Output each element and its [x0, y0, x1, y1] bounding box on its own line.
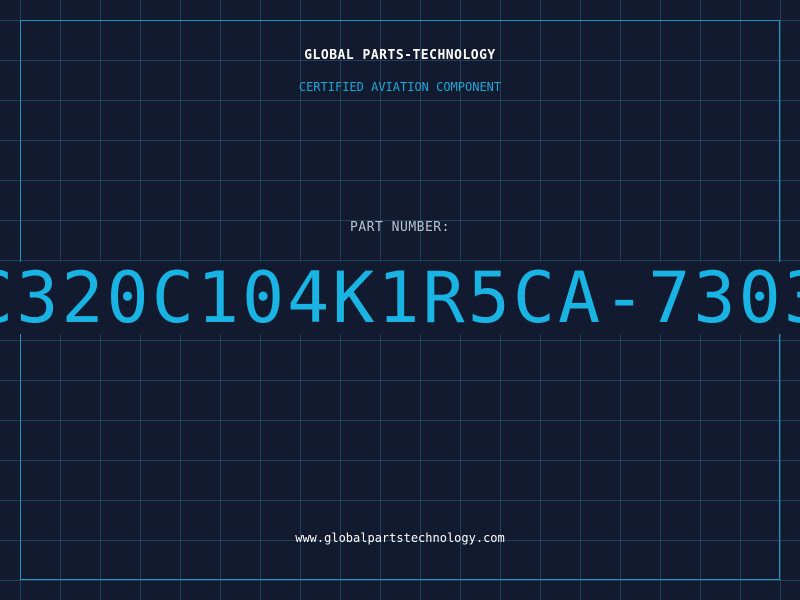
part-number-value: C320C104K1R5CA-7303: [0, 257, 800, 339]
certificate-canvas: GLOBAL PARTS-TECHNOLOGY CERTIFIED AVIATI…: [0, 0, 800, 600]
company-name: GLOBAL PARTS-TECHNOLOGY: [304, 48, 496, 63]
certification-subtitle: CERTIFIED AVIATION COMPONENT: [298, 80, 502, 94]
part-number-label: PART NUMBER:: [350, 220, 450, 235]
website-url[interactable]: www.globalpartstechnology.com: [0, 531, 800, 545]
